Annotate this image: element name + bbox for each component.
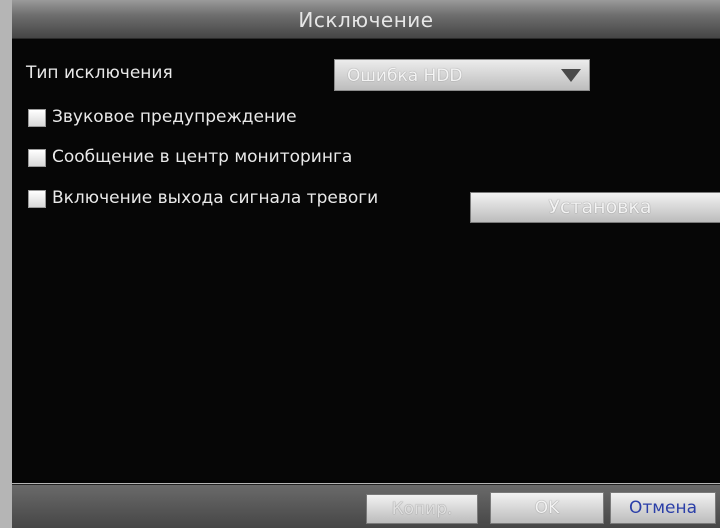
setup-button[interactable]: Установка [470,192,720,223]
audible-warning-checkbox[interactable] [28,109,46,127]
audible-warning-label: Звуковое предупреждение [52,107,297,127]
ok-button[interactable]: OK [490,492,604,524]
notify-center-checkbox[interactable] [28,149,46,167]
copy-button[interactable]: Копир. [366,494,478,524]
dialog-content: Тип исключения Ошибка HDD Звуковое преду… [12,39,720,483]
notify-center-label: Сообщение в центр мониторинга [52,147,353,167]
exception-type-label: Тип исключения [26,63,173,83]
cancel-button[interactable]: Отмена [610,492,716,524]
exception-type-select[interactable]: Ошибка HDD [334,59,590,91]
title-bar: Исключение [12,0,720,39]
alarm-output-label: Включение выхода сигнала тревоги [52,188,379,208]
dropdown-arrow-icon[interactable] [561,69,581,82]
exception-dialog: Исключение Тип исключения Ошибка HDD Зву… [0,0,720,528]
dialog-title: Исключение [298,8,434,32]
alarm-output-checkbox[interactable] [28,190,46,208]
exception-type-value: Ошибка HDD [347,66,463,86]
dialog-footer: Копир. OK Отмена [12,484,720,528]
